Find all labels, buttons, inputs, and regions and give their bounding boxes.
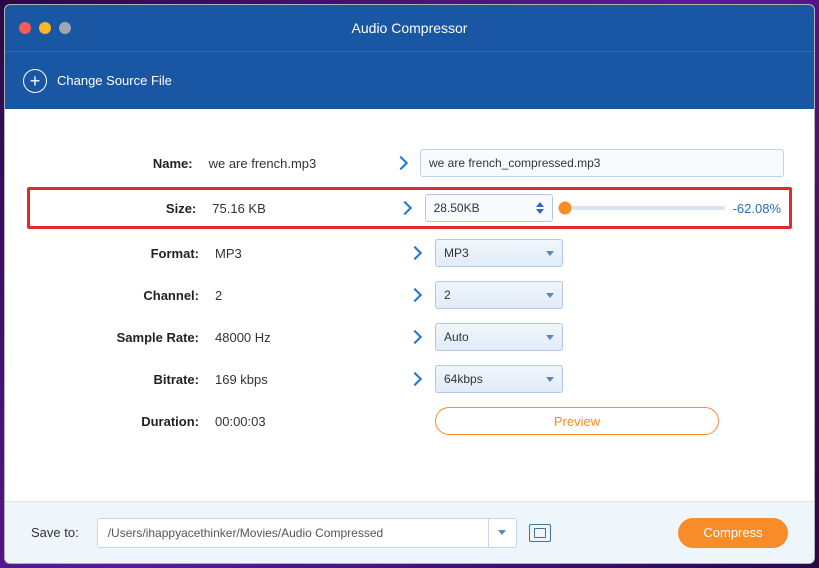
window-controls [19, 22, 71, 34]
arrow-icon [395, 374, 435, 384]
row-size: Size: 75.16 KB 28.50KB [38, 194, 781, 222]
output-filename-input[interactable]: we are french_compressed.mp3 [420, 149, 784, 177]
chevron-down-icon [546, 377, 554, 382]
stepper-up-icon[interactable] [536, 202, 544, 207]
bitrate-select[interactable]: 64kbps [435, 365, 563, 393]
slider-thumb-icon[interactable] [558, 202, 571, 215]
row-duration: Duration: 00:00:03 Preview [35, 407, 784, 435]
arrow-icon [382, 158, 420, 168]
title-bar: Audio Compressor [5, 5, 814, 51]
bitrate-label: Bitrate: [35, 372, 215, 387]
channel-select[interactable]: 2 [435, 281, 563, 309]
close-icon[interactable] [19, 22, 31, 34]
minimize-icon[interactable] [39, 22, 51, 34]
format-source-value: MP3 [215, 246, 395, 261]
chevron-down-icon [546, 293, 554, 298]
size-slider[interactable] [565, 206, 725, 210]
duration-label: Duration: [35, 414, 215, 429]
size-source-value: 75.16 KB [212, 201, 386, 216]
channel-source-value: 2 [215, 288, 395, 303]
sample-rate-label: Sample Rate: [35, 330, 215, 345]
save-path-text: /Users/ihappyacethinker/Movies/Audio Com… [98, 526, 488, 540]
target-size-stepper[interactable]: 28.50KB [425, 194, 553, 222]
window-title: Audio Compressor [5, 20, 814, 36]
sample-rate-select[interactable]: Auto [435, 323, 563, 351]
change-source-button[interactable]: Change Source File [57, 73, 172, 88]
stepper-down-icon[interactable] [536, 209, 544, 214]
format-label: Format: [35, 246, 215, 261]
compress-button[interactable]: Compress [678, 518, 788, 548]
arrow-icon [395, 248, 435, 258]
duration-value: 00:00:03 [215, 414, 395, 429]
chevron-down-icon [546, 335, 554, 340]
toolbar: + Change Source File [5, 51, 814, 109]
size-reduction-percent: -62.08% [733, 201, 781, 216]
row-channel: Channel: 2 2 [35, 281, 784, 309]
row-name: Name: we are french.mp3 we are french_co… [35, 149, 784, 177]
app-window: Audio Compressor + Change Source File Na… [4, 4, 815, 564]
open-folder-icon[interactable] [529, 524, 551, 542]
footer-bar: Save to: /Users/ihappyacethinker/Movies/… [5, 501, 814, 563]
channel-label: Channel: [35, 288, 215, 303]
size-label: Size: [38, 201, 212, 216]
row-format: Format: MP3 MP3 [35, 239, 784, 267]
save-path-dropdown[interactable] [488, 519, 516, 547]
name-label: Name: [35, 156, 209, 171]
add-icon[interactable]: + [23, 69, 47, 93]
format-select[interactable]: MP3 [435, 239, 563, 267]
sample-rate-source-value: 48000 Hz [215, 330, 395, 345]
save-to-label: Save to: [31, 525, 79, 540]
arrow-icon [395, 332, 435, 342]
chevron-down-icon [546, 251, 554, 256]
save-path-combo[interactable]: /Users/ihappyacethinker/Movies/Audio Com… [97, 518, 517, 548]
arrow-icon [395, 290, 435, 300]
row-sample-rate: Sample Rate: 48000 Hz Auto [35, 323, 784, 351]
row-bitrate: Bitrate: 169 kbps 64kbps [35, 365, 784, 393]
size-row-highlight: Size: 75.16 KB 28.50KB [27, 187, 792, 229]
preview-button[interactable]: Preview [435, 407, 719, 435]
bitrate-source-value: 169 kbps [215, 372, 395, 387]
arrow-icon [386, 203, 425, 213]
main-content: Name: we are french.mp3 we are french_co… [5, 109, 814, 501]
chevron-down-icon [498, 530, 506, 535]
maximize-icon [59, 22, 71, 34]
name-source-value: we are french.mp3 [209, 156, 382, 171]
